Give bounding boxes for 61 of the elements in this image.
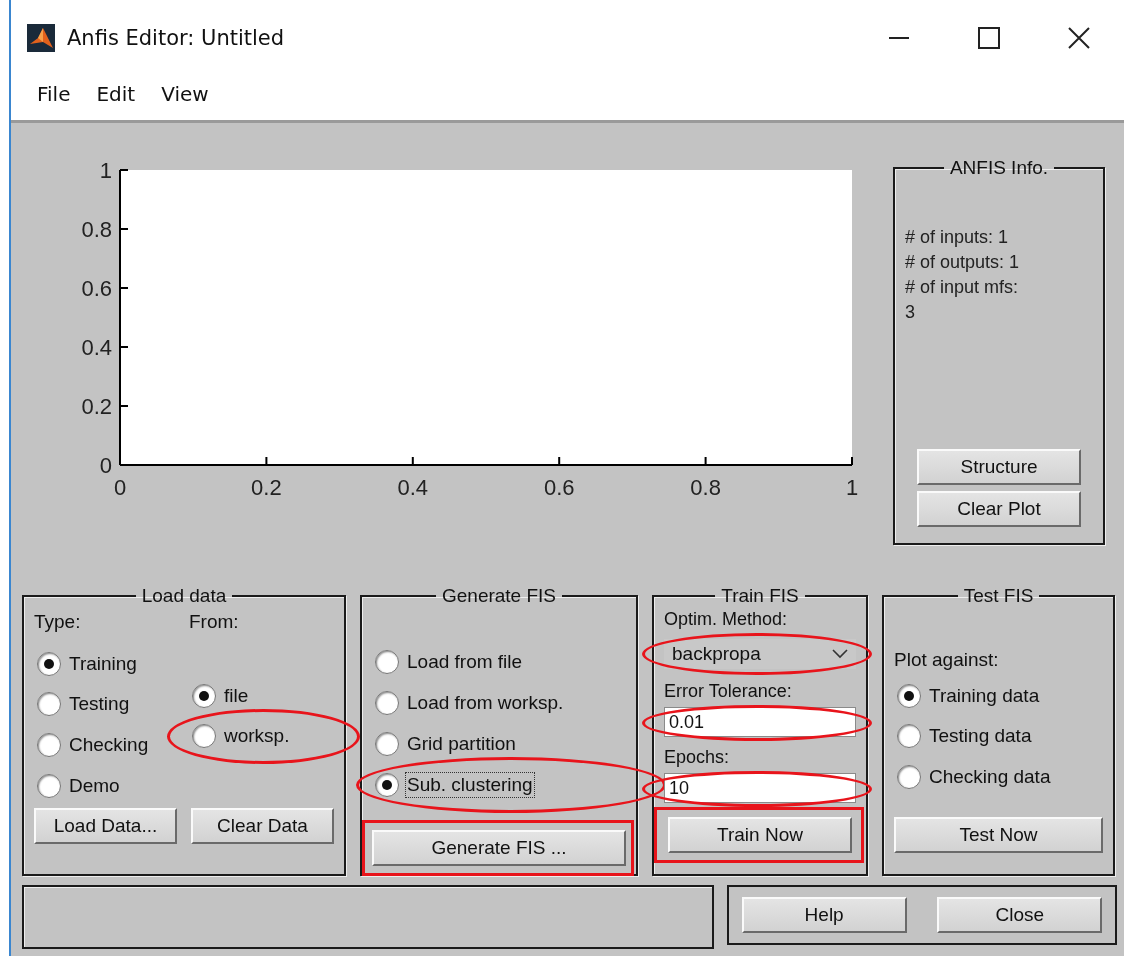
tick-label: 0.2	[251, 475, 282, 500]
radio-option[interactable]: Testing data	[894, 721, 1035, 751]
radio-option[interactable]: worksp.	[189, 721, 293, 751]
tick-label: 0.8	[81, 217, 112, 242]
field-label: Optim. Method:	[664, 609, 788, 629]
tick-label: 0.4	[397, 475, 429, 500]
tick-label: 1	[845, 475, 859, 500]
menu-item[interactable]: Edit	[84, 76, 150, 112]
field-label: Epochs:	[664, 747, 730, 767]
push-button[interactable]: Close	[937, 897, 1103, 933]
tick-label: 0.6	[543, 475, 575, 500]
panel-title: Test FIS	[962, 585, 1035, 607]
window-title: Anfis Editor: Untitled	[67, 26, 286, 50]
radio-option[interactable]: Checking data	[894, 762, 1054, 792]
radio-option[interactable]: Training data	[894, 681, 1043, 711]
chevron-down-icon	[832, 649, 848, 659]
push-button[interactable]: Clear Plot	[917, 491, 1081, 527]
tolerance-field[interactable]: 0.01	[664, 707, 856, 737]
radio-option[interactable]: Load from file	[372, 647, 526, 677]
menu-item[interactable]: File	[25, 76, 85, 112]
push-button[interactable]: Generate FIS ...	[372, 830, 626, 866]
panel-title: Load data	[140, 585, 228, 607]
info-text: # of inputs: 1	[905, 227, 1010, 248]
epochs-field[interactable]: 10	[664, 773, 856, 803]
close-icon[interactable]	[1068, 27, 1090, 49]
push-button[interactable]: Clear Data	[191, 808, 334, 844]
radio-option[interactable]: Demo	[34, 771, 123, 801]
radio-option[interactable]: Checking	[34, 730, 152, 760]
field-label: Type:	[34, 611, 82, 633]
radio-option[interactable]: Grid partition	[372, 729, 519, 759]
push-button[interactable]: Load Data...	[34, 808, 177, 844]
field-label: Error Tolerance:	[664, 681, 792, 701]
tick-label: 0.2	[81, 394, 112, 419]
panel-title: Train FIS	[720, 585, 800, 607]
maximize-icon[interactable]	[978, 27, 1000, 49]
tick-label: 0	[113, 475, 127, 500]
push-button[interactable]: Structure	[917, 449, 1081, 485]
push-button[interactable]: Test Now	[894, 817, 1103, 853]
radio-option[interactable]: Sub. clustering	[372, 770, 536, 800]
info-text: # of input mfs:	[905, 277, 1020, 298]
tick-label: 1	[99, 158, 112, 183]
tick-label: 0.4	[81, 335, 112, 360]
radio-option[interactable]: Load from worksp.	[372, 688, 567, 718]
panel-title: ANFIS Info.	[948, 157, 1050, 179]
push-button[interactable]: Train Now	[668, 817, 852, 853]
field-label: From:	[189, 611, 240, 633]
radio-option[interactable]: file	[189, 681, 252, 711]
app-logo-icon	[27, 24, 55, 52]
push-button[interactable]: Help	[741, 897, 907, 933]
radio-option[interactable]: Training	[34, 649, 140, 679]
tick-label: 0.6	[81, 276, 112, 301]
tick-label: 0.8	[690, 475, 721, 500]
panel-title: Generate FIS	[440, 585, 558, 607]
info-text: # of outputs: 1	[905, 252, 1021, 273]
menu-item[interactable]: View	[149, 76, 223, 112]
tick-label: 0	[99, 453, 112, 478]
info-text: 3	[905, 302, 916, 323]
method-dropdown[interactable]: backpropa	[664, 639, 856, 669]
minimize-icon[interactable]	[889, 36, 909, 40]
radio-option[interactable]: Testing	[34, 689, 133, 719]
field-label: Plot against:	[894, 649, 1000, 671]
